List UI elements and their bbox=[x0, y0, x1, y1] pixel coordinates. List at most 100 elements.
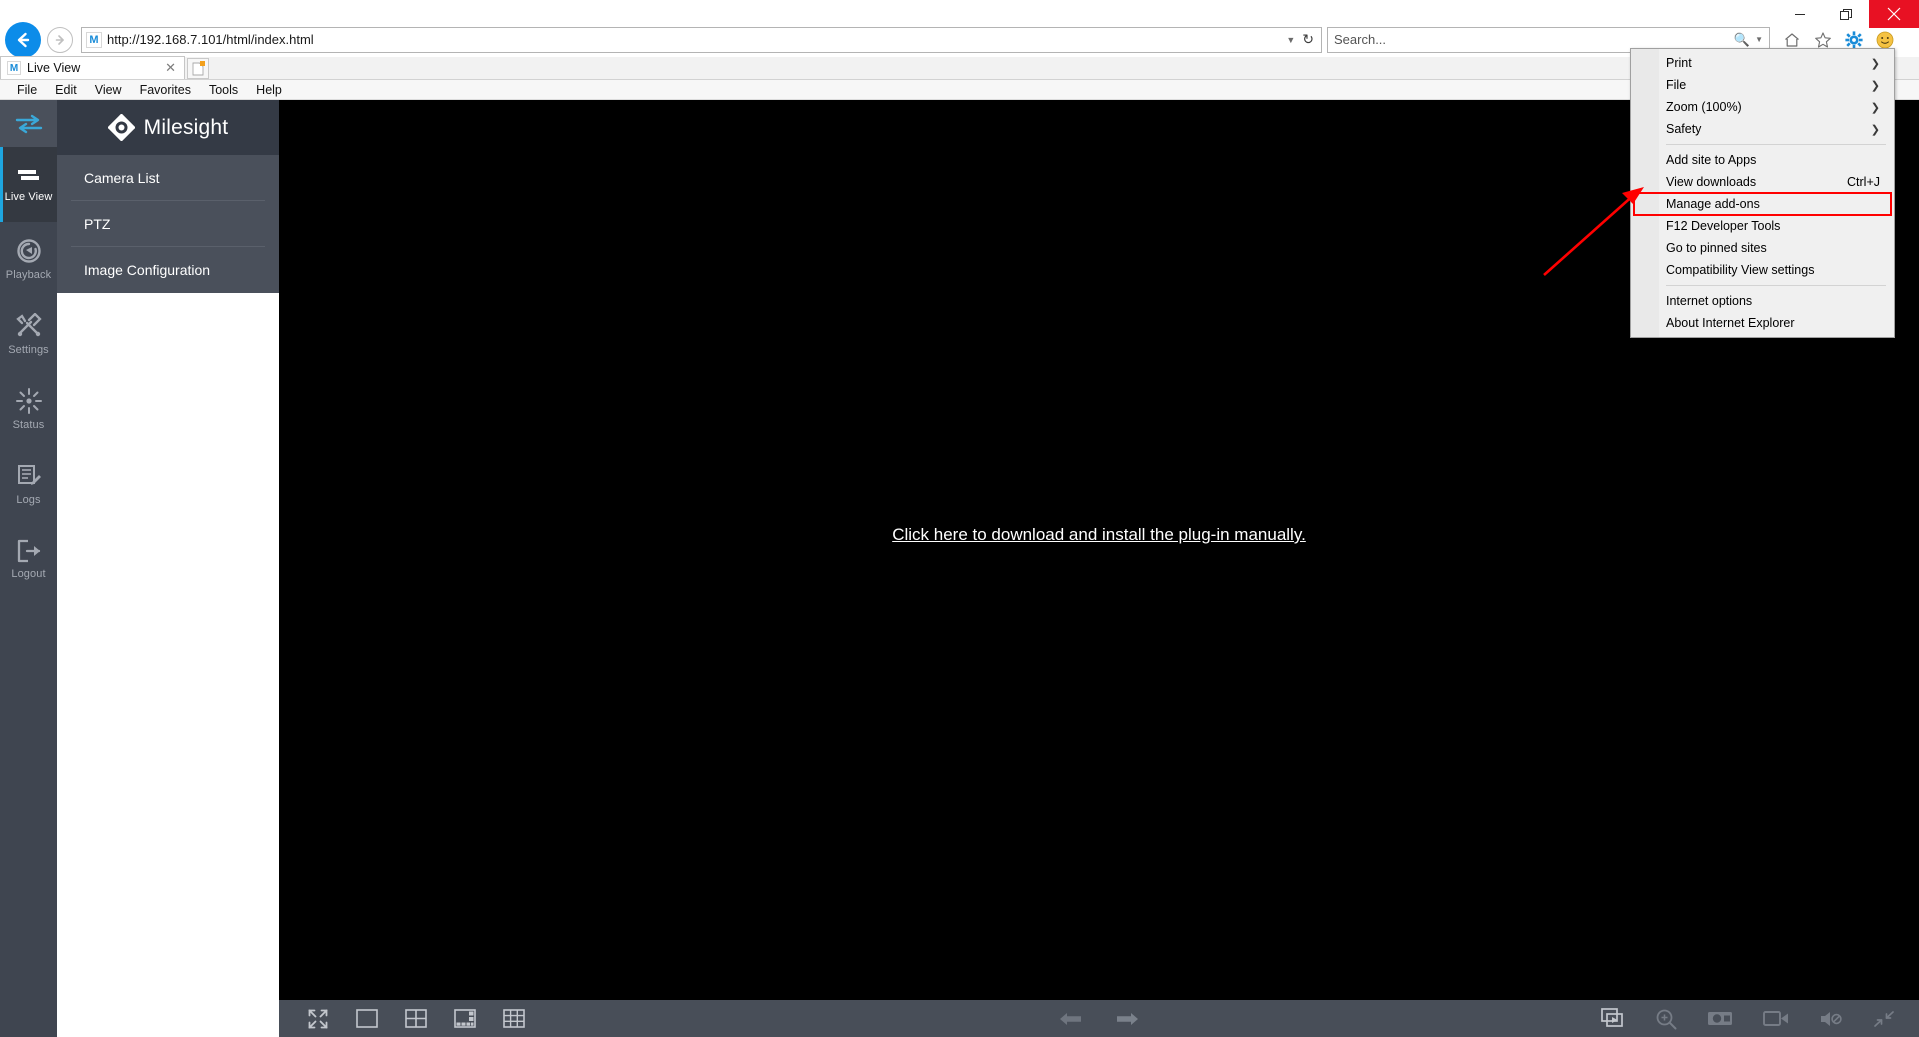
tools-gear-icon[interactable] bbox=[1844, 30, 1864, 50]
menu-item-zoom[interactable]: Zoom (100%) ❯ bbox=[1631, 96, 1894, 118]
menu-item-go-to-pinned-sites[interactable]: Go to pinned sites bbox=[1631, 237, 1894, 259]
sidebar-item-label: Status bbox=[12, 419, 45, 431]
layout-3x3-icon[interactable] bbox=[503, 1009, 525, 1028]
menu-item-label: Go to pinned sites bbox=[1666, 241, 1767, 255]
digital-zoom-icon[interactable] bbox=[1655, 1008, 1677, 1030]
tab-title: Live View bbox=[27, 61, 81, 75]
favorites-star-icon[interactable] bbox=[1813, 30, 1833, 50]
exit-fullscreen-icon[interactable] bbox=[1873, 1009, 1895, 1029]
side-nav-label: PTZ bbox=[84, 216, 111, 232]
sidebar-item-logout[interactable]: Logout bbox=[0, 522, 57, 597]
sidebar-item-settings[interactable]: Settings bbox=[0, 297, 57, 372]
menu-item-label: Compatibility View settings bbox=[1666, 263, 1815, 277]
sidebar-item-label: Settings bbox=[8, 344, 49, 356]
menu-item-shortcut: Ctrl+J bbox=[1847, 175, 1880, 189]
player-actions-group bbox=[1601, 1008, 1895, 1030]
side-nav-label: Image Configuration bbox=[84, 262, 211, 278]
menu-item-file[interactable]: File ❯ bbox=[1631, 74, 1894, 96]
brand-header: Milesight bbox=[57, 100, 279, 155]
side-nav-item-ptz[interactable]: PTZ bbox=[57, 201, 279, 247]
ie-tools-dropdown-menu: Print ❯ File ❯ Zoom (100%) ❯ Safety ❯ Ad… bbox=[1630, 48, 1895, 338]
menu-item-manage-add-ons[interactable]: Manage add-ons bbox=[1633, 192, 1892, 216]
settings-tools-icon bbox=[15, 313, 42, 337]
menu-item-label: File bbox=[1666, 78, 1687, 92]
chevron-down-icon[interactable]: ▼ bbox=[1286, 35, 1295, 45]
menu-separator bbox=[1666, 285, 1886, 286]
menu-separator bbox=[1666, 144, 1886, 145]
status-burst-icon bbox=[15, 388, 42, 414]
chevron-right-icon: ❯ bbox=[1870, 79, 1880, 92]
menu-item-about-internet-explorer[interactable]: About Internet Explorer bbox=[1631, 312, 1894, 334]
menu-item-label: F12 Developer Tools bbox=[1666, 219, 1781, 233]
layout-2x2-icon[interactable] bbox=[405, 1009, 427, 1028]
layout-1x1-icon[interactable] bbox=[356, 1009, 378, 1028]
sidebar-item-playback[interactable]: Playback bbox=[0, 222, 57, 297]
collapse-expand-icon[interactable] bbox=[0, 100, 57, 147]
snapshot-camera-icon[interactable] bbox=[1707, 1009, 1733, 1028]
sidebar-item-label: Logout bbox=[11, 568, 46, 580]
menu-item-safety[interactable]: Safety ❯ bbox=[1631, 118, 1894, 140]
menubar-item-favorites[interactable]: Favorites bbox=[131, 83, 200, 97]
live-view-icon bbox=[17, 170, 39, 180]
logs-document-icon bbox=[17, 465, 41, 485]
chevron-right-icon: ❯ bbox=[1870, 123, 1880, 136]
side-nav-item-image-configuration[interactable]: Image Configuration bbox=[57, 247, 279, 293]
page-navigation-group bbox=[1059, 1010, 1139, 1028]
sidebar-item-label: Playback bbox=[5, 269, 52, 281]
menu-item-print[interactable]: Print ❯ bbox=[1631, 52, 1894, 74]
menu-item-add-site-to-apps[interactable]: Add site to Apps bbox=[1631, 149, 1894, 171]
search-input[interactable]: Search... bbox=[1334, 32, 1734, 47]
plugin-download-link[interactable]: Click here to download and install the p… bbox=[279, 525, 1919, 545]
menu-item-label: Safety bbox=[1666, 122, 1702, 136]
menu-item-label: Zoom (100%) bbox=[1666, 100, 1742, 114]
menu-item-internet-options[interactable]: Internet options bbox=[1631, 290, 1894, 312]
side-nav-list: Camera List PTZ Image Configuration bbox=[57, 155, 279, 293]
menu-item-label: Internet options bbox=[1666, 294, 1753, 308]
smiley-feedback-icon[interactable] bbox=[1875, 30, 1895, 50]
menubar-item-tools[interactable]: Tools bbox=[200, 83, 247, 97]
home-icon[interactable] bbox=[1782, 30, 1802, 50]
previous-page-arrow-icon[interactable] bbox=[1059, 1010, 1083, 1028]
sidebar-item-status[interactable]: Status bbox=[0, 372, 57, 447]
new-tab-button[interactable] bbox=[187, 58, 209, 79]
sidebar-item-logs[interactable]: Logs bbox=[0, 447, 57, 522]
playback-icon bbox=[16, 239, 41, 263]
menu-item-compatibility-view-settings[interactable]: Compatibility View settings bbox=[1631, 259, 1894, 281]
menubar-item-file[interactable]: File bbox=[8, 83, 46, 97]
screen-root: M http://192.168.7.101/html/index.html ▼… bbox=[0, 0, 1919, 1037]
record-video-icon[interactable] bbox=[1763, 1010, 1789, 1027]
menu-item-label: Manage add-ons bbox=[1666, 197, 1760, 211]
layout-1plus5-icon[interactable] bbox=[454, 1009, 476, 1028]
app-side-panel: Milesight Camera List PTZ Image Configur… bbox=[57, 100, 279, 1037]
next-page-arrow-icon[interactable] bbox=[1115, 1010, 1139, 1028]
tab-live-view[interactable]: M Live View ✕ bbox=[0, 56, 185, 79]
menu-item-label: About Internet Explorer bbox=[1666, 316, 1795, 330]
menubar-item-edit[interactable]: Edit bbox=[46, 83, 86, 97]
fullscreen-expand-icon[interactable] bbox=[307, 1008, 329, 1030]
sidebar-item-label: Logs bbox=[16, 494, 41, 506]
search-magnifier-icon[interactable]: 🔍 bbox=[1734, 32, 1750, 48]
address-bar[interactable]: M http://192.168.7.101/html/index.html ▼… bbox=[81, 26, 1322, 53]
player-bottom-toolbar bbox=[279, 1000, 1919, 1037]
site-favicon-icon: M bbox=[86, 31, 102, 48]
close-icon[interactable]: ✕ bbox=[163, 60, 178, 76]
app-icon-rail: Live View Playback Settings Status Logs … bbox=[0, 100, 57, 1037]
side-nav-item-camera-list[interactable]: Camera List bbox=[57, 155, 279, 201]
brand-name: Milesight bbox=[143, 115, 229, 139]
chevron-down-icon[interactable]: ▼ bbox=[1755, 35, 1763, 44]
stream-play-icon[interactable] bbox=[1601, 1008, 1625, 1029]
sidebar-item-live-view[interactable]: Live View bbox=[0, 147, 57, 222]
address-url-text[interactable]: http://192.168.7.101/html/index.html bbox=[107, 32, 1279, 47]
side-nav-label: Camera List bbox=[84, 170, 160, 186]
audio-muted-icon[interactable] bbox=[1819, 1009, 1843, 1029]
logout-exit-icon bbox=[17, 539, 40, 563]
layout-controls-group bbox=[307, 1008, 525, 1030]
menubar-item-view[interactable]: View bbox=[86, 83, 131, 97]
forward-arrow-icon[interactable] bbox=[47, 26, 73, 53]
menu-item-f12-developer-tools[interactable]: F12 Developer Tools bbox=[1631, 215, 1894, 237]
refresh-icon[interactable]: ↻ bbox=[1302, 31, 1314, 48]
chevron-right-icon: ❯ bbox=[1870, 101, 1880, 114]
menu-item-view-downloads[interactable]: View downloads Ctrl+J bbox=[1631, 171, 1894, 193]
menubar-item-help[interactable]: Help bbox=[247, 83, 291, 97]
back-arrow-icon[interactable] bbox=[5, 21, 41, 58]
